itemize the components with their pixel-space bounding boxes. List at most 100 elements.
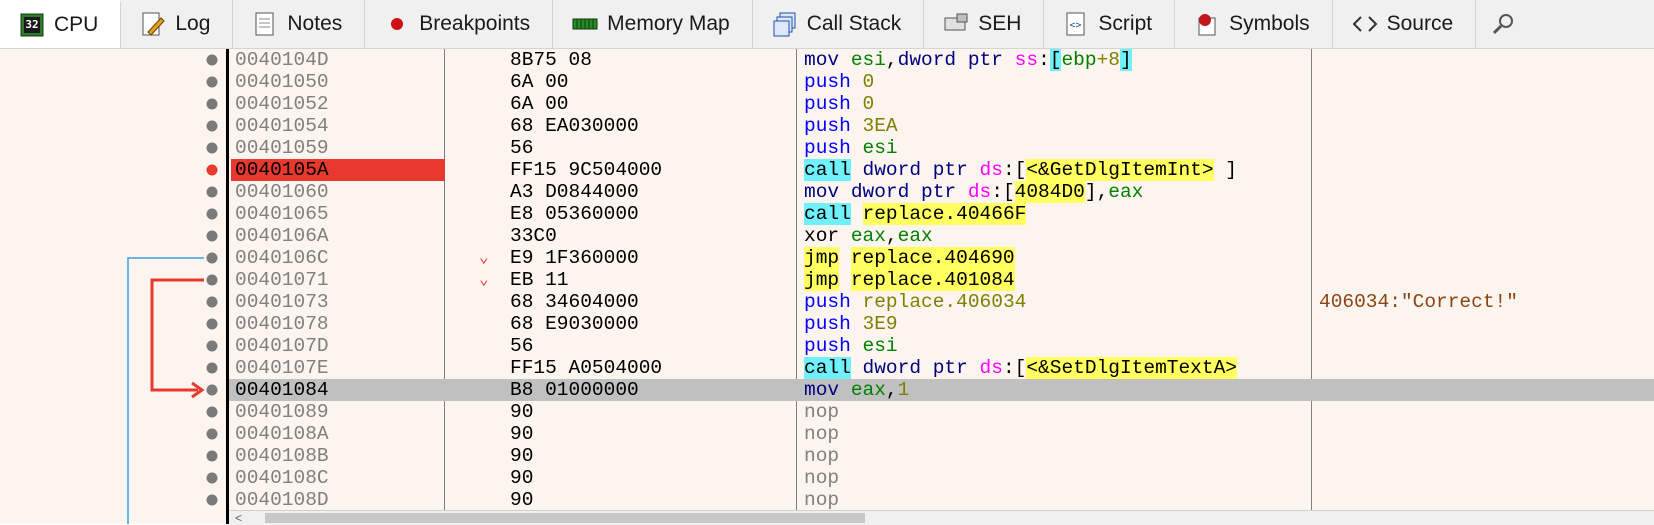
address-cell: 0040108B <box>235 445 329 467</box>
scroll-left-arrow[interactable]: < <box>235 511 242 525</box>
tab-notes[interactable]: Notes <box>233 0 366 48</box>
disasm-row[interactable]: 00401084 B8 01000000 mov eax,1 <box>229 379 1654 401</box>
jump-gutter[interactable] <box>0 49 226 524</box>
jump-arrow <box>150 278 204 392</box>
instruction-token: jmp <box>804 247 840 269</box>
breakpoint-slot-icon[interactable] <box>206 384 218 396</box>
address-cell: 00401073 <box>235 291 329 313</box>
address-cell: 0040107E <box>235 357 329 379</box>
disasm-row[interactable]: 00401078 68 E9030000 push 3E9 <box>229 313 1654 335</box>
instruction-token: eax <box>850 225 886 247</box>
disasm-row[interactable]: 0040106C ⌄ E9 1F360000 jmp replace.404690 <box>229 247 1654 269</box>
disasm-row[interactable]: 00401089 90 nop <box>229 401 1654 423</box>
instruction-token <box>839 247 851 269</box>
instruction-token: mov <box>804 379 851 401</box>
breakpoint-slot-icon[interactable] <box>206 120 218 132</box>
breakpoint-marker-icon[interactable] <box>206 164 218 176</box>
symbols-icon <box>1193 10 1221 38</box>
address-cell: 00401084 <box>235 379 329 401</box>
breakpoint-slot-icon[interactable] <box>206 54 218 66</box>
tab-symbols[interactable]: Symbols <box>1175 0 1333 48</box>
breakpoint-slot-icon[interactable] <box>206 494 218 506</box>
instruction-cell: push 3EA <box>804 115 898 137</box>
log-pencil-icon <box>139 10 167 38</box>
breakpoint-slot-icon[interactable] <box>206 406 218 418</box>
instruction-token <box>851 203 863 225</box>
disasm-row[interactable]: 00401060 A3 D0844000 mov dword ptr ds:[408… <box>229 181 1654 203</box>
disasm-row[interactable]: 0040108C 90 nop <box>229 467 1654 489</box>
address-cell: 0040108C <box>235 467 329 489</box>
tab-source[interactable]: Source <box>1333 0 1477 48</box>
disasm-row[interactable]: 00401059 56 push esi <box>229 137 1654 159</box>
instruction-token: dword ptr <box>862 159 980 181</box>
breakpoint-slot-icon[interactable] <box>206 340 218 352</box>
tab-label: CPU <box>54 13 99 36</box>
tab-script[interactable]: <> Script <box>1044 0 1176 48</box>
tab-breakpoints[interactable]: Breakpoints <box>365 0 554 48</box>
breakpoint-slot-icon[interactable] <box>206 362 218 374</box>
breakpoint-slot-icon[interactable] <box>206 318 218 330</box>
disassembly-view[interactable]: 0040104D 8B75 08 mov esi,dword ptr ss:[ebp… <box>229 49 1654 510</box>
instruction-token: +8 <box>1096 49 1120 71</box>
disasm-row[interactable]: 0040108B 90 nop <box>229 445 1654 467</box>
instruction-token: push <box>804 335 863 357</box>
instruction-token: 1 <box>897 379 910 401</box>
instruction-token: replace.404690 <box>850 247 1015 269</box>
breakpoint-slot-icon[interactable] <box>206 428 218 440</box>
instruction-token: dword ptr <box>850 181 968 203</box>
instruction-cell: mov esi,dword ptr ss:[ebp+8] <box>804 49 1132 71</box>
tab-seh[interactable]: SEH <box>924 0 1045 48</box>
breakpoint-slot-icon[interactable] <box>206 186 218 198</box>
disasm-row[interactable]: 0040105A FF15 9C504000 call dword ptr ds:[… <box>229 159 1654 181</box>
disasm-row[interactable]: 0040104D 8B75 08 mov esi,dword ptr ss:[ebp… <box>229 49 1654 71</box>
tab-memory-map[interactable]: Memory Map <box>553 0 753 48</box>
breakpoint-slot-icon[interactable] <box>206 252 218 264</box>
bytes-cell: 90 <box>510 467 534 489</box>
instruction-token: <&GetDlgItemInt> <box>1026 159 1214 181</box>
instruction-token: 3EA <box>862 115 898 137</box>
disasm-row[interactable]: 00401071 ⌄ EB 11 jmp replace.401084 <box>229 269 1654 291</box>
instruction-token: call <box>804 159 851 181</box>
bytes-cell: 68 34604000 <box>510 291 639 313</box>
disasm-row[interactable]: 0040106A 33C0 xor eax,eax <box>229 225 1654 247</box>
svg-text:<>: <> <box>1070 20 1082 31</box>
breakpoint-slot-icon[interactable] <box>206 450 218 462</box>
breakpoint-slot-icon[interactable] <box>206 76 218 88</box>
breakpoint-slot-icon[interactable] <box>206 98 218 110</box>
instruction-token: push <box>804 291 863 313</box>
tab-log[interactable]: Log <box>121 0 234 48</box>
breakpoint-slot-icon[interactable] <box>206 296 218 308</box>
instruction-cell: push 3E9 <box>804 313 898 335</box>
instruction-token <box>851 357 863 379</box>
tab-call-stack[interactable]: Call Stack <box>753 0 925 48</box>
disasm-row[interactable]: 00401050 6A 00 push 0 <box>229 71 1654 93</box>
disasm-row[interactable]: 0040108A 90 nop <box>229 423 1654 445</box>
scrollbar-thumb[interactable] <box>265 513 865 523</box>
breakpoint-slot-icon[interactable] <box>206 142 218 154</box>
disasm-row[interactable]: 00401052 6A 00 push 0 <box>229 93 1654 115</box>
disasm-row[interactable]: 00401073 68 34604000 push replace.406034 40… <box>229 291 1654 313</box>
script-icon: <> <box>1062 10 1090 38</box>
breakpoint-slot-icon[interactable] <box>206 274 218 286</box>
disasm-row[interactable]: 00401065 E8 05360000 call replace.40466F <box>229 203 1654 225</box>
tab-label: Script <box>1098 12 1153 35</box>
breakpoint-slot-icon[interactable] <box>206 230 218 242</box>
instruction-token: ], <box>1084 181 1109 203</box>
search-tab[interactable] <box>1476 0 1532 48</box>
tab-cpu[interactable]: 32 CPU <box>0 0 122 48</box>
address-cell: 0040107D <box>235 335 329 357</box>
breakpoint-slot-icon[interactable] <box>206 208 218 220</box>
bytes-cell: 6A 00 <box>510 71 569 93</box>
disasm-row[interactable]: 0040108D 90 nop <box>229 489 1654 510</box>
horizontal-scrollbar[interactable]: < <box>229 510 1654 525</box>
jump-arrows-graph <box>127 54 218 524</box>
disasm-row[interactable]: 0040107D 56 push esi <box>229 335 1654 357</box>
instruction-cell: call dword ptr ds:[<&SetDlgItemTextA> <box>804 357 1237 379</box>
instruction-token: esi <box>862 137 898 159</box>
bytes-cell: 68 EA030000 <box>510 115 639 137</box>
disasm-row[interactable]: 0040107E FF15 A0504000 call dword ptr ds:[… <box>229 357 1654 379</box>
tab-label: Call Stack <box>806 12 902 35</box>
instruction-token: replace.406034 <box>862 291 1027 313</box>
breakpoint-slot-icon[interactable] <box>206 472 218 484</box>
disasm-row[interactable]: 00401054 68 EA030000 push 3EA <box>229 115 1654 137</box>
